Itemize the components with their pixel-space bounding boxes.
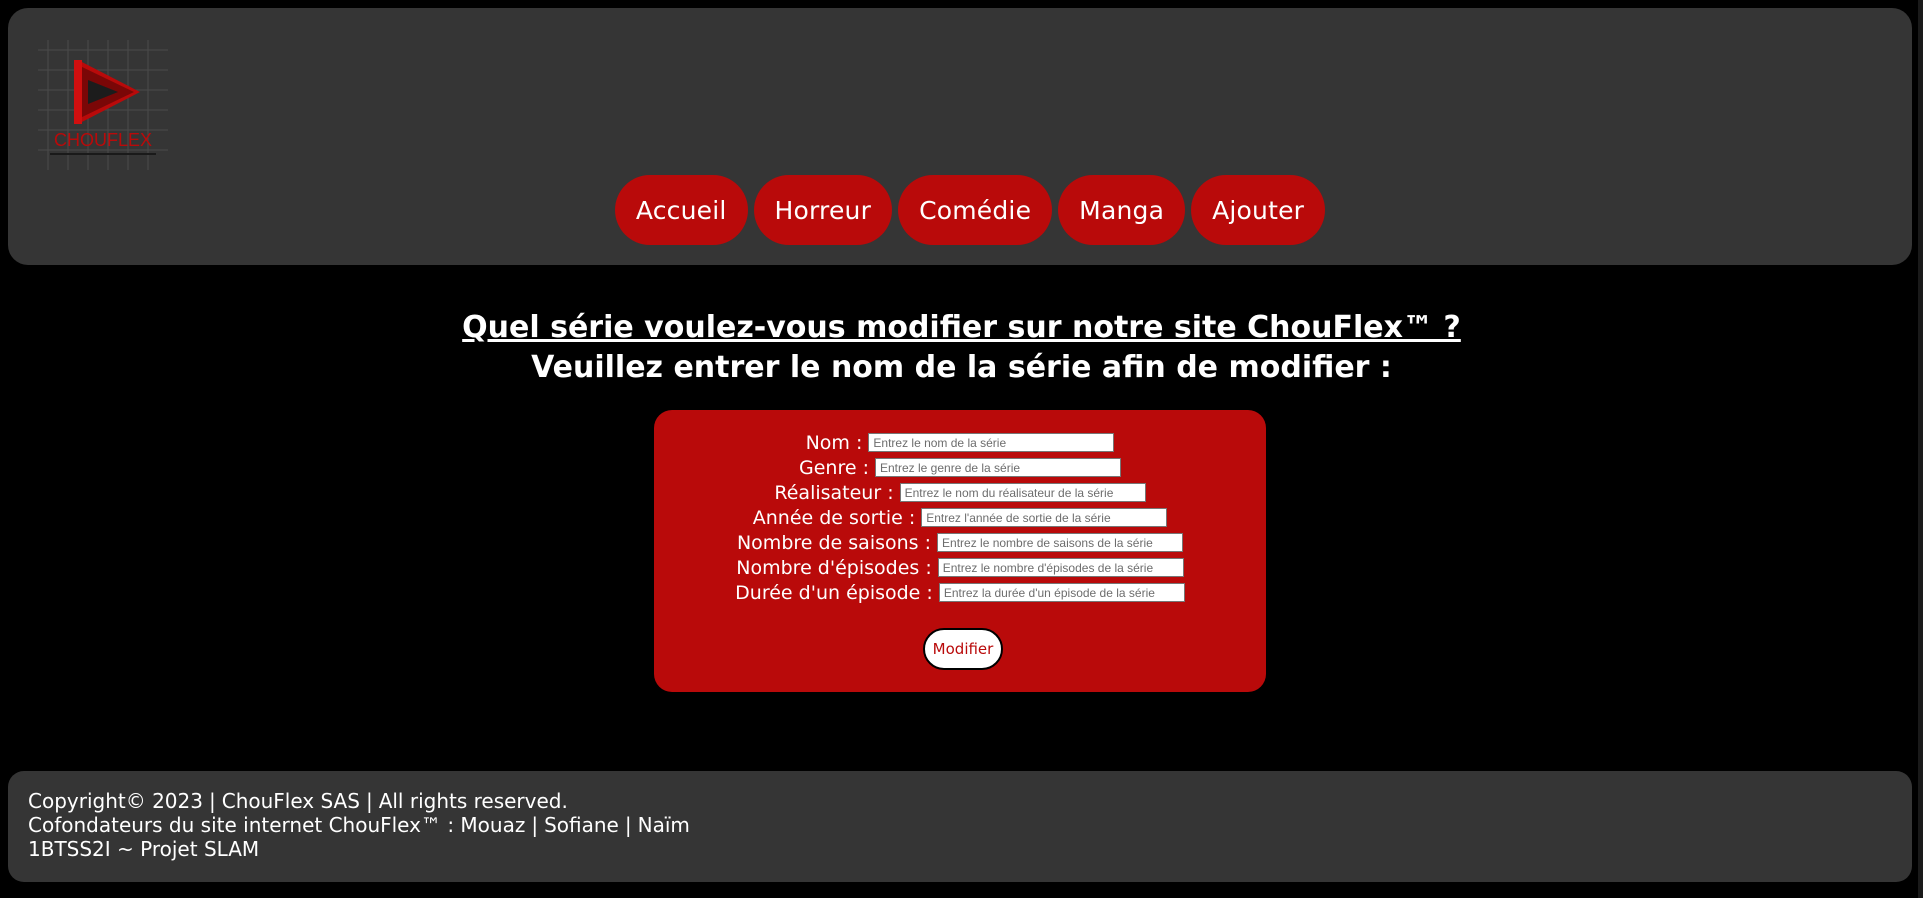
realisateur-label: Réalisateur : xyxy=(774,481,894,504)
company-text: ChouFlex SAS xyxy=(221,789,360,813)
founders-prefix: Cofondateurs du site internet ChouFlex™ … xyxy=(28,813,526,837)
founder-sofiane: Sofiane xyxy=(544,813,619,837)
separator: | xyxy=(365,789,373,813)
submit-wrap: Modifier xyxy=(654,628,1266,670)
footer-founders-line: Cofondateurs du site internet ChouFlex™ … xyxy=(28,813,690,837)
saisons-label: Nombre de saisons : xyxy=(736,531,932,554)
nav-comedie-button[interactable]: Comédie xyxy=(898,175,1053,245)
field-row-nom: Nom : xyxy=(654,430,1266,455)
footer-text: Copyright© 2023 | ChouFlex SAS | All rights … xyxy=(28,789,690,861)
nav-manga-button[interactable]: Manga xyxy=(1058,175,1186,245)
page-scrollbar[interactable] xyxy=(1918,0,1923,898)
chouflex-logo[interactable]: CHOUFLEX xyxy=(28,30,178,175)
nav-horreur-button[interactable]: Horreur xyxy=(753,175,893,245)
modify-series-form: Nom : Genre : Réalisateur : Année de sor… xyxy=(654,410,1266,692)
episodes-label: Nombre d'épisodes : xyxy=(736,556,932,579)
field-row-saisons: Nombre de saisons : xyxy=(654,530,1266,555)
field-row-duree: Durée d'un épisode : xyxy=(654,580,1266,605)
annee-label: Année de sortie : xyxy=(752,506,916,529)
site-header: CHOUFLEX Accueil Horreur Comédie Manga A… xyxy=(8,8,1912,265)
svg-text:CHOUFLEX: CHOUFLEX xyxy=(54,130,152,150)
footer-copyright-line: Copyright© 2023 | ChouFlex SAS | All rights … xyxy=(28,789,690,813)
nom-input[interactable] xyxy=(868,433,1115,452)
footer-project-line: 1BTSS2I ~ Projet SLAM xyxy=(28,837,260,861)
genre-label: Genre : xyxy=(799,456,869,479)
nom-label: Nom : xyxy=(805,431,863,454)
separator: | xyxy=(208,789,216,813)
episodes-input[interactable] xyxy=(937,558,1184,577)
saisons-input[interactable] xyxy=(937,533,1184,552)
field-row-realisateur: Réalisateur : xyxy=(654,480,1266,505)
field-row-annee: Année de sortie : xyxy=(654,505,1266,530)
modifier-button[interactable]: Modifier xyxy=(923,628,1003,670)
heading-question: Quel série voulez-vous modifier sur notr… xyxy=(462,310,1461,345)
duree-input[interactable] xyxy=(938,583,1185,602)
rights-text: All rights reserved. xyxy=(378,789,568,813)
realisateur-input[interactable] xyxy=(899,483,1146,502)
field-row-genre: Genre : xyxy=(654,455,1266,480)
genre-input[interactable] xyxy=(874,458,1121,477)
main-nav: Accueil Horreur Comédie Manga Ajouter xyxy=(8,175,1912,245)
annee-input[interactable] xyxy=(921,508,1168,527)
separator: | xyxy=(531,813,539,837)
founder-naim: Naïm xyxy=(637,813,690,837)
nav-accueil-button[interactable]: Accueil xyxy=(614,175,748,245)
duree-label: Durée d'un épisode : xyxy=(735,581,933,604)
nav-ajouter-button[interactable]: Ajouter xyxy=(1191,175,1326,245)
play-triangle-logo-icon: CHOUFLEX xyxy=(38,40,168,170)
site-footer: Copyright© 2023 | ChouFlex SAS | All rights … xyxy=(8,771,1912,882)
form-fields: Nom : Genre : Réalisateur : Année de sor… xyxy=(654,430,1266,605)
field-row-episodes: Nombre d'épisodes : xyxy=(654,555,1266,580)
copyright-text: Copyright© 2023 xyxy=(28,789,203,813)
page-heading: Quel série voulez-vous modifier sur notr… xyxy=(0,308,1923,388)
separator: | xyxy=(624,813,632,837)
heading-instruction: Veuillez entrer le nom de la série afin … xyxy=(531,350,1392,385)
page: CHOUFLEX Accueil Horreur Comédie Manga A… xyxy=(0,0,1923,898)
